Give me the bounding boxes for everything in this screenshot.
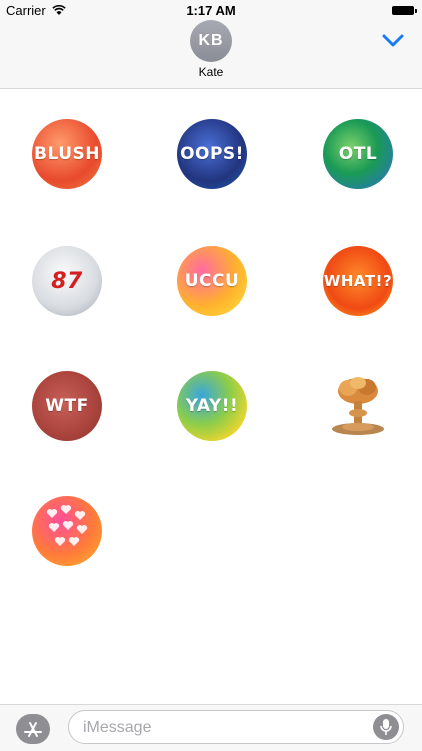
battery-icon xyxy=(392,6,417,15)
chevron-down-icon[interactable] xyxy=(382,34,404,48)
avatar-initials: KB xyxy=(198,32,224,49)
sticker-uccu[interactable]: UCCU xyxy=(177,246,247,316)
conversation-header: Carrier 1:17 AM KB Kate xyxy=(0,0,422,89)
sticker-label: BLUSH xyxy=(34,144,100,164)
sticker-oops[interactable]: OOPS! xyxy=(177,119,247,189)
sticker-label: OOPS! xyxy=(180,144,244,164)
sticker-hearts[interactable] xyxy=(32,496,102,566)
message-field[interactable] xyxy=(68,710,404,744)
input-bar xyxy=(0,704,422,751)
sticker-wtf[interactable]: WTF xyxy=(32,371,102,441)
mushroom-cloud-icon xyxy=(332,377,384,435)
contact-name[interactable]: Kate xyxy=(0,65,422,79)
contact-avatar[interactable]: KB xyxy=(190,20,232,62)
sticker-grid: BLUSH OOPS! OTL 87 UCCU WHAT!? WTF YAY!! xyxy=(0,89,422,704)
sticker-yay[interactable]: YAY!! xyxy=(177,371,247,441)
clock: 1:17 AM xyxy=(186,3,236,18)
status-bar: Carrier 1:17 AM xyxy=(0,0,422,22)
hearts-icon xyxy=(46,505,88,546)
sticker-what[interactable]: WHAT!? xyxy=(323,246,393,316)
sticker-label: YAY!! xyxy=(185,396,239,416)
sticker-87[interactable]: 87 xyxy=(32,246,102,316)
sticker-otl[interactable]: OTL xyxy=(323,119,393,189)
message-input[interactable] xyxy=(83,719,363,737)
sticker-blush[interactable]: BLUSH xyxy=(32,119,102,189)
sticker-label: WHAT!? xyxy=(323,272,393,290)
sticker-mushroom-cloud[interactable] xyxy=(323,371,393,441)
microphone-icon xyxy=(380,719,392,735)
app-store-button[interactable] xyxy=(16,714,50,744)
sticker-label: UCCU xyxy=(184,271,240,291)
app-store-icon xyxy=(24,722,42,737)
sticker-label: 87 xyxy=(51,268,83,294)
sticker-label: OTL xyxy=(338,144,378,164)
microphone-button[interactable] xyxy=(373,714,399,740)
sticker-label: WTF xyxy=(45,396,89,416)
